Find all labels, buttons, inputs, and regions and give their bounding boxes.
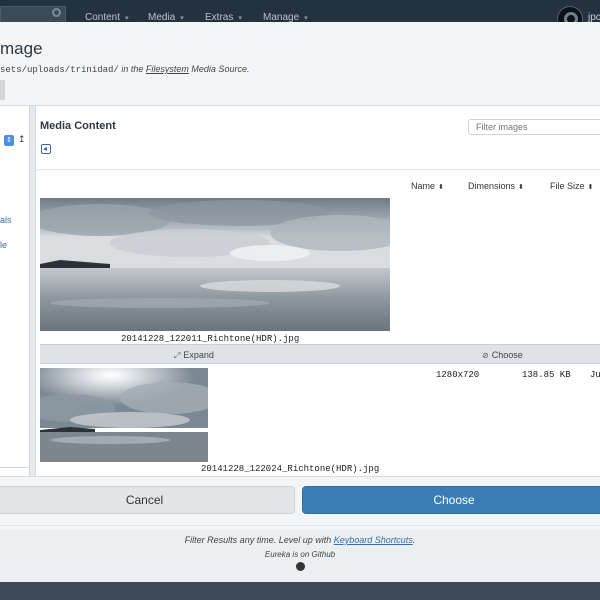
cancel-button[interactable]: Cancel [0, 486, 295, 514]
image-action-bar: ⤢ Expand ⊘ Choose [40, 344, 600, 364]
chevron-down-icon: ▾ [238, 15, 242, 22]
choose-inline-button[interactable]: ⊘ Choose [482, 350, 523, 360]
modal-body: ⇕ ↥ als le Media Content Name⬍ Dimension… [0, 106, 600, 476]
image-browser-modal: mage sets/uploads/trinidad/ in the Files… [0, 22, 600, 552]
modal-title: mage [0, 39, 43, 58]
file-name: 20141228_122024_Richtone(HDR).jpg [201, 464, 380, 474]
subtitle-mid: in the [121, 64, 144, 74]
help-footer: Filter Results any time. Level up with K… [0, 530, 600, 600]
panel-title: Media Content [40, 120, 116, 132]
file-tree-panel: ⇕ ↥ als le [0, 106, 30, 476]
source-path: sets/uploads/trinidad/ [0, 65, 119, 75]
keyboard-shortcuts-link[interactable]: Keyboard Shortcuts [334, 535, 413, 545]
sort-icon: ⬍ [438, 184, 444, 191]
column-header-name[interactable]: Name ⬍ [411, 181, 444, 191]
chevron-down-icon: ▾ [125, 15, 129, 22]
file-name: 20141228_122011_Richtone(HDR).jpg [121, 334, 300, 344]
beach-photo [40, 198, 390, 331]
chevron-down-icon: ▾ [304, 15, 308, 22]
chevron-down-icon: ▾ [180, 15, 184, 22]
folder-up-icon[interactable]: ↥ [18, 134, 26, 145]
expand-button[interactable]: ⤢ Expand [174, 350, 214, 361]
source-select[interactable]: ⇕ [4, 135, 14, 146]
check-circle-icon: ⊘ [482, 351, 489, 360]
sort-icon: ⬍ [587, 184, 594, 191]
divider [0, 525, 600, 526]
media-source-link[interactable]: Filesystem [146, 64, 189, 74]
beach-photo [40, 368, 208, 462]
image-thumbnail[interactable] [40, 368, 208, 462]
subtitle-end: Media Source. [191, 64, 250, 74]
tree-item[interactable]: als [0, 215, 12, 225]
modal-header: mage sets/uploads/trinidad/ in the Files… [0, 22, 600, 106]
divider [36, 169, 600, 170]
help-text: Filter Results any time. Level up with K… [184, 535, 416, 545]
filter-images-input[interactable] [468, 119, 600, 135]
page-bottom-strip [0, 582, 600, 600]
search-icon[interactable] [52, 8, 61, 17]
column-header-dimensions[interactable]: Dimensions ⬍ [468, 181, 524, 191]
tree-item[interactable]: le [0, 240, 7, 250]
file-date: Ju [590, 370, 600, 380]
media-content-panel: Media Content Name⬍ Dimensions⬍ File Siz… [35, 106, 600, 476]
sort-icon: ⬍ [518, 184, 524, 191]
column-header-file-size[interactable]: File Size ⬍ [550, 181, 593, 191]
github-icon[interactable] [296, 562, 305, 571]
expand-icon: ⤢ [174, 351, 181, 360]
eureka-text: Eureka is on Github [264, 550, 336, 559]
tree-divider [0, 467, 28, 468]
modal-subtitle: sets/uploads/trinidad/ in the Filesystem… [0, 64, 249, 75]
file-dimensions: 1280x720 [436, 370, 480, 380]
image-thumbnail[interactable] [40, 198, 390, 331]
choose-button[interactable]: Choose [302, 486, 600, 514]
back-icon[interactable] [41, 144, 51, 154]
file-size: 138.85 KB [522, 370, 571, 380]
tab-stub[interactable] [0, 80, 5, 100]
